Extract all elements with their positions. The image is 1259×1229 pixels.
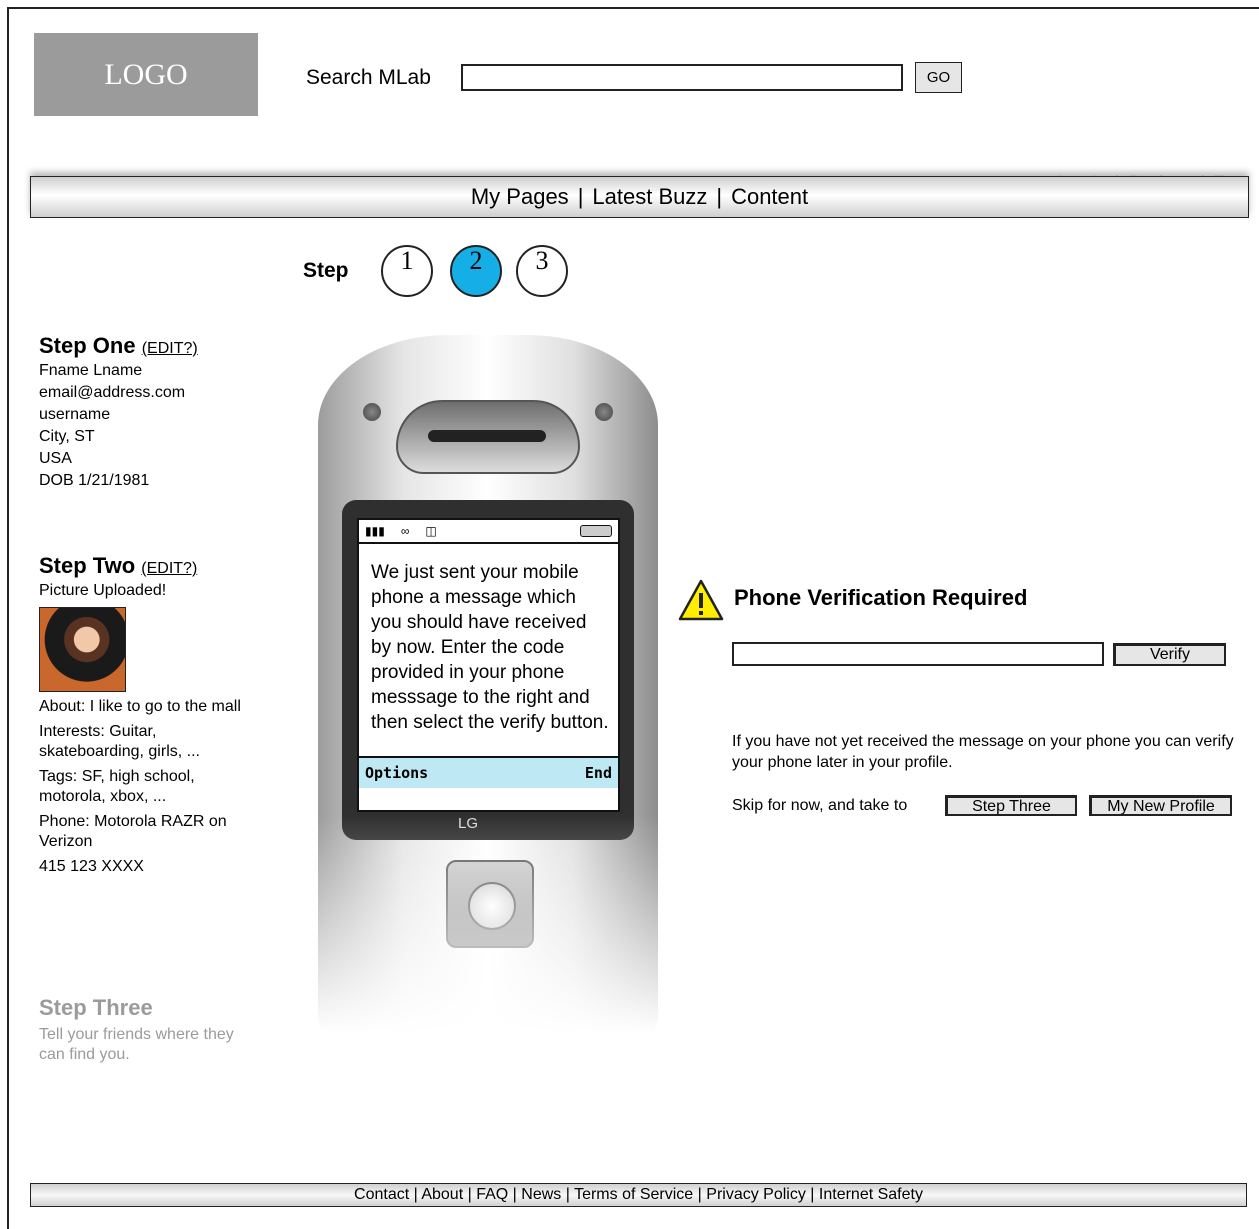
step-two-title: Step Two bbox=[39, 553, 136, 578]
nav-latest-buzz[interactable]: Latest Buzz bbox=[592, 184, 707, 210]
logo[interactable]: LOGO bbox=[34, 33, 258, 116]
search-label: Search MLab bbox=[306, 66, 431, 89]
screw-icon bbox=[595, 403, 613, 421]
my-new-profile-button[interactable]: My New Profile bbox=[1089, 795, 1232, 816]
footer-separator: | bbox=[467, 1186, 472, 1203]
picture-status: Picture Uploaded! bbox=[39, 582, 167, 599]
sidebar-step-two: Step Two (EDIT?) Picture Uploaded! About… bbox=[39, 555, 249, 882]
footer-separator: | bbox=[413, 1186, 418, 1203]
step-three-title: Step Three bbox=[39, 995, 153, 1020]
step-three-button[interactable]: Step Three bbox=[945, 795, 1077, 816]
footer-news[interactable]: News bbox=[521, 1186, 561, 1203]
step-two-heading: Step Two (EDIT?) bbox=[39, 555, 249, 580]
phone-reflection-fade bbox=[318, 815, 658, 1045]
softkey-end: End bbox=[584, 764, 612, 782]
link-icon: ∞ bbox=[400, 524, 410, 538]
phone-number-text: 415 123 XXXX bbox=[39, 858, 144, 875]
step-one-edit-link[interactable]: (EDIT?) bbox=[142, 340, 198, 357]
step-1-circle[interactable]: 1 bbox=[381, 245, 433, 297]
go-button[interactable]: GO bbox=[915, 62, 962, 93]
nav-content[interactable]: Content bbox=[731, 184, 808, 210]
sidebar-step-three: Step Three Tell your friends where they … bbox=[39, 997, 249, 1070]
footer-contact[interactable]: Contact bbox=[354, 1186, 409, 1203]
screw-icon bbox=[363, 403, 381, 421]
footer-faq[interactable]: FAQ bbox=[476, 1186, 508, 1203]
step-2-circle[interactable]: 2 bbox=[450, 245, 502, 297]
step-one-username: username bbox=[39, 406, 111, 423]
softkey-options: Options bbox=[365, 764, 429, 782]
earpiece-slot bbox=[428, 430, 546, 442]
phone-softkeys: Options End bbox=[359, 758, 618, 788]
interests-text: Interests: Guitar, skateboarding, girls,… bbox=[39, 723, 200, 760]
vibrate-icon: ◫ bbox=[425, 524, 437, 538]
verify-button[interactable]: Verify bbox=[1113, 643, 1226, 666]
battery-icon bbox=[580, 525, 612, 537]
step-one-title: Step One bbox=[39, 333, 136, 358]
phone-message: We just sent your mobile phone a message… bbox=[359, 544, 618, 758]
step-indicator-label: Step bbox=[303, 259, 349, 282]
footer-internet-safety[interactable]: Internet Safety bbox=[819, 1186, 923, 1203]
step-two-edit-link[interactable]: (EDIT?) bbox=[141, 560, 197, 577]
main-nav: My Pages | Latest Buzz | Content bbox=[30, 176, 1249, 218]
footer-separator: | bbox=[512, 1186, 517, 1203]
step-one-dob: DOB 1/21/1981 bbox=[39, 472, 150, 489]
footer-about[interactable]: About bbox=[421, 1186, 463, 1203]
footer-links: Contact | About | FAQ | News | Terms of … bbox=[30, 1183, 1247, 1207]
avatar bbox=[39, 607, 126, 692]
step-one-name: Fname Lname bbox=[39, 362, 143, 379]
footer-separator: | bbox=[565, 1186, 570, 1203]
warning-icon bbox=[678, 579, 724, 621]
search-input[interactable] bbox=[461, 64, 903, 91]
phone-status-bar: ▮▮▮ ∞ ◫ bbox=[359, 520, 618, 544]
footer-privacy[interactable]: Privacy Policy bbox=[706, 1186, 806, 1203]
skip-text: Skip for now, and take to bbox=[732, 797, 908, 814]
step-three-description: Tell your friends where they can find yo… bbox=[39, 1026, 234, 1063]
nav-separator: | bbox=[716, 184, 723, 209]
footer-separator: | bbox=[810, 1186, 815, 1203]
footer-separator: | bbox=[697, 1186, 702, 1203]
nav-my-pages[interactable]: My Pages bbox=[471, 184, 569, 210]
step-one-country: USA bbox=[39, 450, 72, 467]
phone-image: ▮▮▮ ∞ ◫ We just sent your mobile phone a… bbox=[318, 335, 658, 1045]
step-one-heading: Step One (EDIT?) bbox=[39, 335, 249, 360]
sidebar-step-one: Step One (EDIT?) Fname Lname email@addre… bbox=[39, 335, 249, 492]
tags-text: Tags: SF, high school, motorola, xbox, .… bbox=[39, 768, 195, 805]
signal-icon: ▮▮▮ bbox=[365, 524, 385, 538]
verification-code-input[interactable] bbox=[732, 642, 1104, 666]
nav-separator: | bbox=[577, 184, 584, 209]
phone-model-text: Phone: Motorola RAZR on Verizon bbox=[39, 813, 227, 850]
step-one-email: email@address.com bbox=[39, 384, 186, 401]
phone-screen: ▮▮▮ ∞ ◫ We just sent your mobile phone a… bbox=[357, 518, 620, 812]
verification-title: Phone Verification Required bbox=[734, 585, 1028, 610]
verification-info-text: If you have not yet received the message… bbox=[732, 733, 1234, 771]
step-3-circle[interactable]: 3 bbox=[516, 245, 568, 297]
step-one-city: City, ST bbox=[39, 428, 95, 445]
about-text: About: I like to go to the mall bbox=[39, 698, 241, 715]
footer-terms[interactable]: Terms of Service bbox=[574, 1186, 693, 1203]
